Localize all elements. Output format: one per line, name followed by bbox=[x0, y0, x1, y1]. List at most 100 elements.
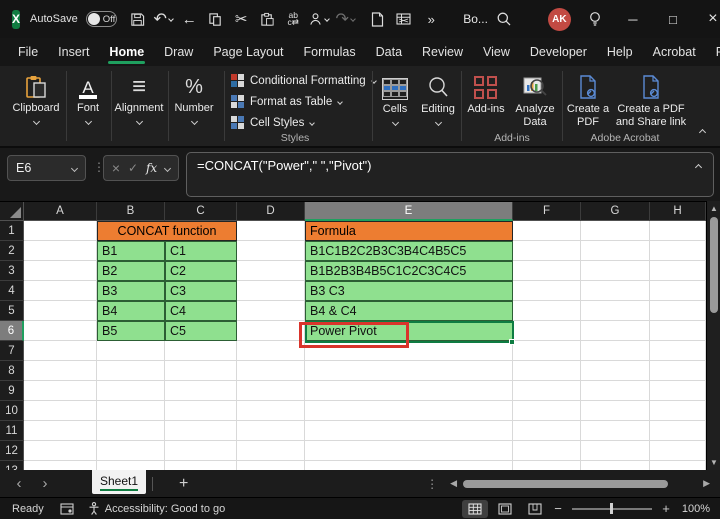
cell-F7[interactable] bbox=[513, 341, 581, 361]
cell-B4[interactable]: B3 bbox=[97, 281, 165, 301]
cell-D6[interactable] bbox=[237, 321, 305, 341]
cell-A6[interactable] bbox=[24, 321, 97, 341]
number-group-button[interactable]: % Number bbox=[170, 71, 218, 124]
name-box[interactable]: E6 bbox=[7, 155, 86, 181]
sheet-prev-icon[interactable]: ‹ bbox=[6, 475, 32, 492]
cell-G6[interactable] bbox=[581, 321, 650, 341]
cell-G3[interactable] bbox=[581, 261, 650, 281]
collapse-formula-bar-icon[interactable] bbox=[695, 164, 702, 171]
new-document-icon[interactable] bbox=[367, 7, 387, 31]
page-break-view-button[interactable] bbox=[522, 500, 548, 518]
column-header-D[interactable]: D bbox=[237, 202, 305, 221]
cell-G8[interactable] bbox=[581, 361, 650, 381]
lightbulb-icon[interactable] bbox=[585, 7, 605, 31]
row-header-3[interactable]: 3 bbox=[0, 261, 24, 281]
cell-C11[interactable] bbox=[165, 421, 237, 441]
cell-E8[interactable] bbox=[305, 361, 513, 381]
row-header-10[interactable]: 10 bbox=[0, 401, 24, 421]
cell-G12[interactable] bbox=[581, 441, 650, 461]
sheet-tab-sheet1[interactable]: Sheet1 bbox=[92, 470, 146, 494]
cell-B5[interactable]: B4 bbox=[97, 301, 165, 321]
cell-F13[interactable] bbox=[513, 461, 581, 470]
cell-D2[interactable] bbox=[237, 241, 305, 261]
replace-icon[interactable]: abc⇄ bbox=[283, 7, 303, 31]
cell-A13[interactable] bbox=[24, 461, 97, 470]
cell-B10[interactable] bbox=[97, 401, 165, 421]
scroll-up-icon[interactable]: ▲ bbox=[707, 204, 720, 213]
font-group-button[interactable]: A Font bbox=[68, 71, 108, 124]
row-header-2[interactable]: 2 bbox=[0, 241, 24, 261]
cell-C6[interactable]: C5 bbox=[165, 321, 237, 341]
row-header-5[interactable]: 5 bbox=[0, 301, 24, 321]
cell-F2[interactable] bbox=[513, 241, 581, 261]
fill-handle[interactable] bbox=[509, 339, 515, 345]
save-icon[interactable] bbox=[127, 7, 147, 31]
cell-C8[interactable] bbox=[165, 361, 237, 381]
zoom-slider[interactable] bbox=[572, 508, 652, 510]
cell-H11[interactable] bbox=[650, 421, 706, 441]
paste-icon[interactable] bbox=[257, 7, 277, 31]
touch-mode-icon[interactable] bbox=[309, 7, 329, 31]
cell-G7[interactable] bbox=[581, 341, 650, 361]
cell-G5[interactable] bbox=[581, 301, 650, 321]
cell-C3[interactable]: C2 bbox=[165, 261, 237, 281]
cell-E10[interactable] bbox=[305, 401, 513, 421]
scroll-left-icon[interactable]: ◀ bbox=[450, 478, 457, 489]
cell-E5[interactable]: B4 & C4 bbox=[305, 301, 513, 321]
cell-G1[interactable] bbox=[581, 221, 650, 241]
cell-E6[interactable]: Power Pivot bbox=[305, 321, 513, 341]
create-pdf-button[interactable]: Create a PDF bbox=[565, 70, 611, 129]
cell-A10[interactable] bbox=[24, 401, 97, 421]
row-header-6[interactable]: 6 bbox=[0, 321, 24, 341]
maximize-button[interactable]: □ bbox=[658, 4, 688, 34]
cell-B2[interactable]: B1 bbox=[97, 241, 165, 261]
select-all-corner[interactable] bbox=[0, 202, 24, 221]
cell-E12[interactable] bbox=[305, 441, 513, 461]
cell-H9[interactable] bbox=[650, 381, 706, 401]
horizontal-scroll-thumb[interactable] bbox=[463, 480, 668, 488]
cell-H2[interactable] bbox=[650, 241, 706, 261]
row-header-12[interactable]: 12 bbox=[0, 441, 24, 461]
add-sheet-button[interactable]: + bbox=[179, 475, 188, 493]
cut-icon[interactable]: ✂ bbox=[231, 7, 251, 31]
clipboard-group-button[interactable]: Clipboard bbox=[8, 71, 64, 124]
alignment-group-button[interactable]: ≡ Alignment bbox=[113, 71, 165, 124]
cell-A1[interactable] bbox=[24, 221, 97, 241]
zoom-slider-thumb[interactable] bbox=[610, 503, 613, 514]
cell-D11[interactable] bbox=[237, 421, 305, 441]
search-icon[interactable] bbox=[494, 7, 514, 31]
column-header-B[interactable]: B bbox=[97, 202, 165, 221]
close-button[interactable]: × bbox=[698, 4, 720, 34]
cell-H4[interactable] bbox=[650, 281, 706, 301]
cell-F6[interactable] bbox=[513, 321, 581, 341]
cell-H6[interactable] bbox=[650, 321, 706, 341]
format-as-table-button[interactable]: Format as Table bbox=[231, 91, 376, 112]
row-header-13[interactable]: 13 bbox=[0, 461, 24, 470]
cells-button[interactable]: Cells bbox=[374, 70, 416, 125]
enter-icon[interactable]: ✓ bbox=[128, 161, 138, 175]
tab-help[interactable]: Help bbox=[597, 38, 643, 66]
cell-G13[interactable] bbox=[581, 461, 650, 470]
accessibility-status[interactable]: Accessibility: Good to go bbox=[88, 502, 225, 515]
minimize-button[interactable]: ─ bbox=[618, 4, 648, 34]
cell-E2[interactable]: B1C1B2C2B3C3B4C4B5C5 bbox=[305, 241, 513, 261]
cancel-icon[interactable]: × bbox=[112, 160, 120, 176]
tab-review[interactable]: Review bbox=[412, 38, 473, 66]
cell-D4[interactable] bbox=[237, 281, 305, 301]
row-header-1[interactable]: 1 bbox=[0, 221, 24, 241]
cell-B13[interactable] bbox=[97, 461, 165, 470]
zoom-in-button[interactable]: + bbox=[660, 501, 672, 516]
cell-A2[interactable] bbox=[24, 241, 97, 261]
cell-B1[interactable]: CONCAT function bbox=[97, 221, 237, 241]
column-header-E[interactable]: E bbox=[305, 202, 513, 221]
cell-A5[interactable] bbox=[24, 301, 97, 321]
vertical-scrollbar[interactable]: ▲ ▼ bbox=[706, 201, 720, 470]
cell-A8[interactable] bbox=[24, 361, 97, 381]
autosave-toggle[interactable]: Off bbox=[86, 11, 118, 27]
redo-button[interactable]: ↷ bbox=[335, 7, 355, 31]
cell-G4[interactable] bbox=[581, 281, 650, 301]
tab-options-icon[interactable]: ⋮ bbox=[426, 477, 438, 491]
row-header-11[interactable]: 11 bbox=[0, 421, 24, 441]
insert-function-icon[interactable]: fx bbox=[146, 161, 157, 175]
row-header-4[interactable]: 4 bbox=[0, 281, 24, 301]
